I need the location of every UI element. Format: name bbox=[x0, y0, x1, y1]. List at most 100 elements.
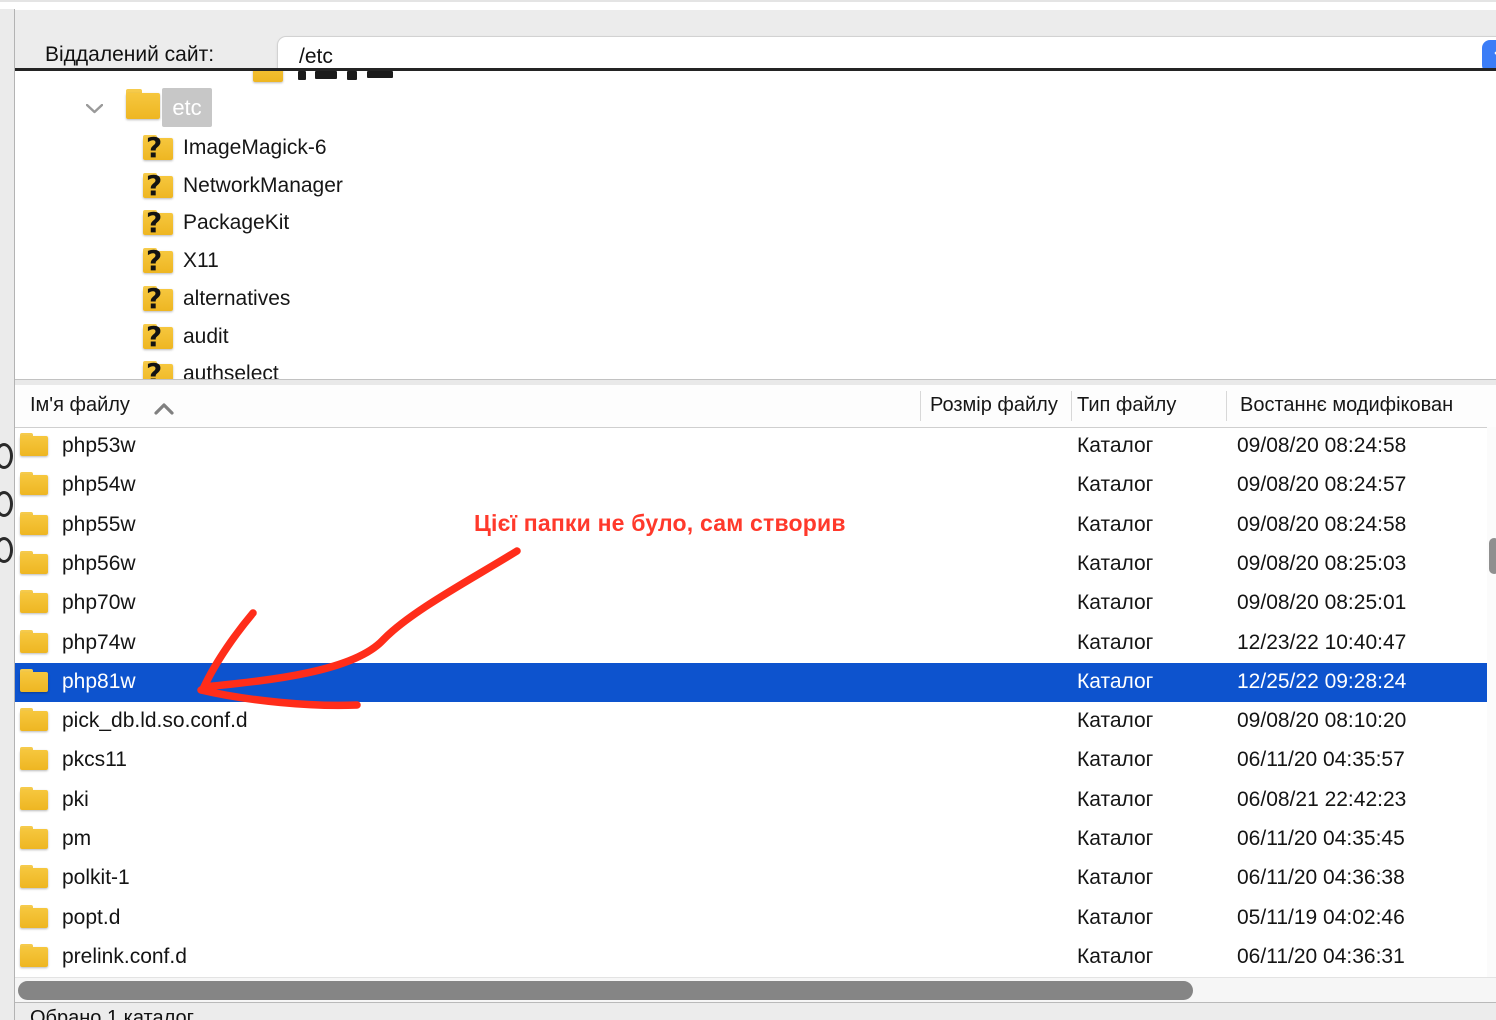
table-row[interactable]: pick_db.ld.so.conf.d Каталог 09/08/20 08… bbox=[15, 702, 1487, 741]
cell-filename: php81w bbox=[62, 670, 136, 694]
column-header-filetype[interactable]: Тип файлу bbox=[1077, 394, 1217, 417]
table-row[interactable]: php74w Каталог 12/23/22 10:40:47 bbox=[15, 624, 1487, 663]
tree-item[interactable]: ? alternatives bbox=[15, 283, 1496, 319]
cell-filetype: Каталог bbox=[1077, 631, 1153, 655]
cropped-glyph-fragment bbox=[0, 537, 13, 563]
cell-filename: pick_db.ld.so.conf.d bbox=[62, 709, 248, 733]
table-row[interactable]: php81w Каталог 12/25/22 09:28:24 bbox=[15, 663, 1487, 702]
column-header-filesize[interactable]: Розмір файлу bbox=[930, 394, 1068, 417]
column-header-filename[interactable]: Ім'я файлу bbox=[30, 394, 130, 417]
tree-item-label: X11 bbox=[183, 249, 219, 273]
tree-item-label: NetworkManager bbox=[183, 174, 343, 198]
table-row[interactable]: prelink.conf.d Каталог 06/11/20 04:36:31 bbox=[15, 938, 1487, 977]
table-row[interactable]: popt.d Каталог 05/11/19 04:02:46 bbox=[15, 899, 1487, 938]
column-divider[interactable] bbox=[1071, 391, 1072, 421]
folder-icon bbox=[20, 669, 48, 693]
folder-icon-clipped bbox=[253, 71, 283, 83]
question-mark-glyph: ? bbox=[146, 282, 162, 315]
cell-filename: php70w bbox=[62, 591, 136, 615]
folder-icon bbox=[20, 865, 48, 889]
cell-modified: 09/08/20 08:24:57 bbox=[1237, 473, 1406, 497]
table-row[interactable]: php53w Каталог 09/08/20 08:24:58 bbox=[15, 427, 1487, 466]
status-bar: Обрано 1 каталог bbox=[15, 1002, 1496, 1020]
folder-icon bbox=[20, 433, 48, 457]
table-row[interactable]: pki Каталог 06/08/21 22:42:23 bbox=[15, 781, 1487, 820]
remote-file-list[interactable]: Ім'я файлу Розмір файлу Тип файлу Востан… bbox=[15, 385, 1496, 1002]
cell-modified: 06/11/20 04:36:38 bbox=[1237, 866, 1405, 890]
cell-modified: 06/11/20 04:36:31 bbox=[1237, 945, 1405, 969]
cell-filename: php55w bbox=[62, 513, 136, 537]
folder-icon bbox=[20, 472, 48, 496]
horizontal-scrollbar-track[interactable] bbox=[15, 977, 1496, 1002]
tree-item[interactable]: ? PackageKit bbox=[15, 207, 1496, 243]
tree-item-label: etc bbox=[172, 95, 201, 121]
column-divider[interactable] bbox=[920, 391, 921, 421]
cell-modified: 09/08/20 08:24:58 bbox=[1237, 434, 1406, 458]
cell-modified: 05/11/19 04:02:46 bbox=[1237, 906, 1405, 930]
unknown-folder-icon: ? bbox=[143, 286, 173, 312]
tree-item[interactable]: ? ImageMagick-6 bbox=[15, 132, 1496, 168]
left-pane-edge bbox=[0, 9, 15, 1020]
folder-icon bbox=[20, 708, 48, 732]
cell-filename: php74w bbox=[62, 631, 136, 655]
table-row[interactable]: php56w Каталог 09/08/20 08:25:03 bbox=[15, 545, 1487, 584]
cropped-text-fragment bbox=[347, 71, 357, 80]
cell-modified: 09/08/20 08:25:01 bbox=[1237, 591, 1406, 615]
horizontal-scrollbar-thumb[interactable] bbox=[18, 981, 1193, 1000]
folder-icon bbox=[20, 590, 48, 614]
folder-icon bbox=[20, 747, 48, 771]
tree-item[interactable]: ? authselect bbox=[15, 358, 1496, 380]
remote-site-path[interactable]: /etc bbox=[299, 45, 333, 69]
remote-site-bar: Віддалений сайт: /etc bbox=[15, 10, 1496, 68]
tree-item-label: alternatives bbox=[183, 287, 290, 311]
unknown-folder-icon: ? bbox=[143, 135, 173, 161]
folder-icon bbox=[20, 630, 48, 654]
cell-modified: 09/08/20 08:25:03 bbox=[1237, 552, 1406, 576]
cell-modified: 12/25/22 09:28:24 bbox=[1237, 670, 1406, 694]
file-list-header: Ім'я файлу Розмір файлу Тип файлу Востан… bbox=[15, 385, 1496, 428]
cropped-glyph-fragment bbox=[0, 491, 13, 517]
tree-item[interactable]: ? X11 bbox=[15, 245, 1496, 281]
table-row[interactable]: php70w Каталог 09/08/20 08:25:01 bbox=[15, 584, 1487, 623]
vertical-scrollbar-thumb[interactable] bbox=[1489, 538, 1496, 574]
cell-modified: 12/23/22 10:40:47 bbox=[1237, 631, 1406, 655]
table-row[interactable]: pm Каталог 06/11/20 04:35:45 bbox=[15, 820, 1487, 859]
vertical-scrollbar-track[interactable] bbox=[1487, 427, 1496, 977]
cell-filename: popt.d bbox=[62, 906, 120, 930]
table-row[interactable]: polkit-1 Каталог 06/11/20 04:36:38 bbox=[15, 859, 1487, 898]
question-mark-glyph: ? bbox=[146, 244, 162, 277]
tree-item-etc[interactable]: etc bbox=[162, 88, 212, 127]
column-divider[interactable] bbox=[1226, 391, 1227, 421]
cell-filetype: Каталог bbox=[1077, 906, 1153, 930]
cropped-text-fragment bbox=[298, 71, 306, 80]
cell-filename: php53w bbox=[62, 434, 136, 458]
cell-filetype: Каталог bbox=[1077, 827, 1153, 851]
cell-filetype: Каталог bbox=[1077, 748, 1153, 772]
folder-icon bbox=[20, 551, 48, 575]
tree-expander-chevron-icon[interactable] bbox=[86, 101, 103, 119]
cropped-text-fragment bbox=[367, 71, 393, 78]
sort-ascending-icon bbox=[154, 398, 174, 421]
cell-filetype: Каталог bbox=[1077, 788, 1153, 812]
cropped-glyph-fragment bbox=[0, 443, 13, 469]
filezilla-remote-pane: Віддалений сайт: /etc etc bbox=[0, 0, 1496, 1020]
folder-icon bbox=[20, 787, 48, 811]
tree-item[interactable]: ? NetworkManager bbox=[15, 170, 1496, 206]
cell-filetype: Каталог bbox=[1077, 670, 1153, 694]
folder-icon bbox=[20, 826, 48, 850]
cell-filetype: Каталог bbox=[1077, 591, 1153, 615]
question-mark-glyph: ? bbox=[146, 206, 162, 239]
cell-modified: 09/08/20 08:24:58 bbox=[1237, 513, 1406, 537]
cell-filetype: Каталог bbox=[1077, 866, 1153, 890]
selection-status-text: Обрано 1 каталог bbox=[30, 1007, 194, 1020]
tree-item-label: ImageMagick-6 bbox=[183, 136, 327, 160]
cell-filename: pki bbox=[62, 788, 89, 812]
tree-item[interactable]: ? audit bbox=[15, 321, 1496, 357]
cropped-text-fragment bbox=[315, 71, 337, 79]
table-row[interactable]: php54w Каталог 09/08/20 08:24:57 bbox=[15, 466, 1487, 505]
column-header-modified[interactable]: Востаннє модифікован bbox=[1240, 394, 1486, 417]
table-row[interactable]: pkcs11 Каталог 06/11/20 04:35:57 bbox=[15, 741, 1487, 780]
cell-filetype: Каталог bbox=[1077, 709, 1153, 733]
remote-directory-tree[interactable]: etc ? ImageMagick-6 ? NetworkManager ? P… bbox=[15, 71, 1496, 380]
cell-filetype: Каталог bbox=[1077, 513, 1153, 537]
